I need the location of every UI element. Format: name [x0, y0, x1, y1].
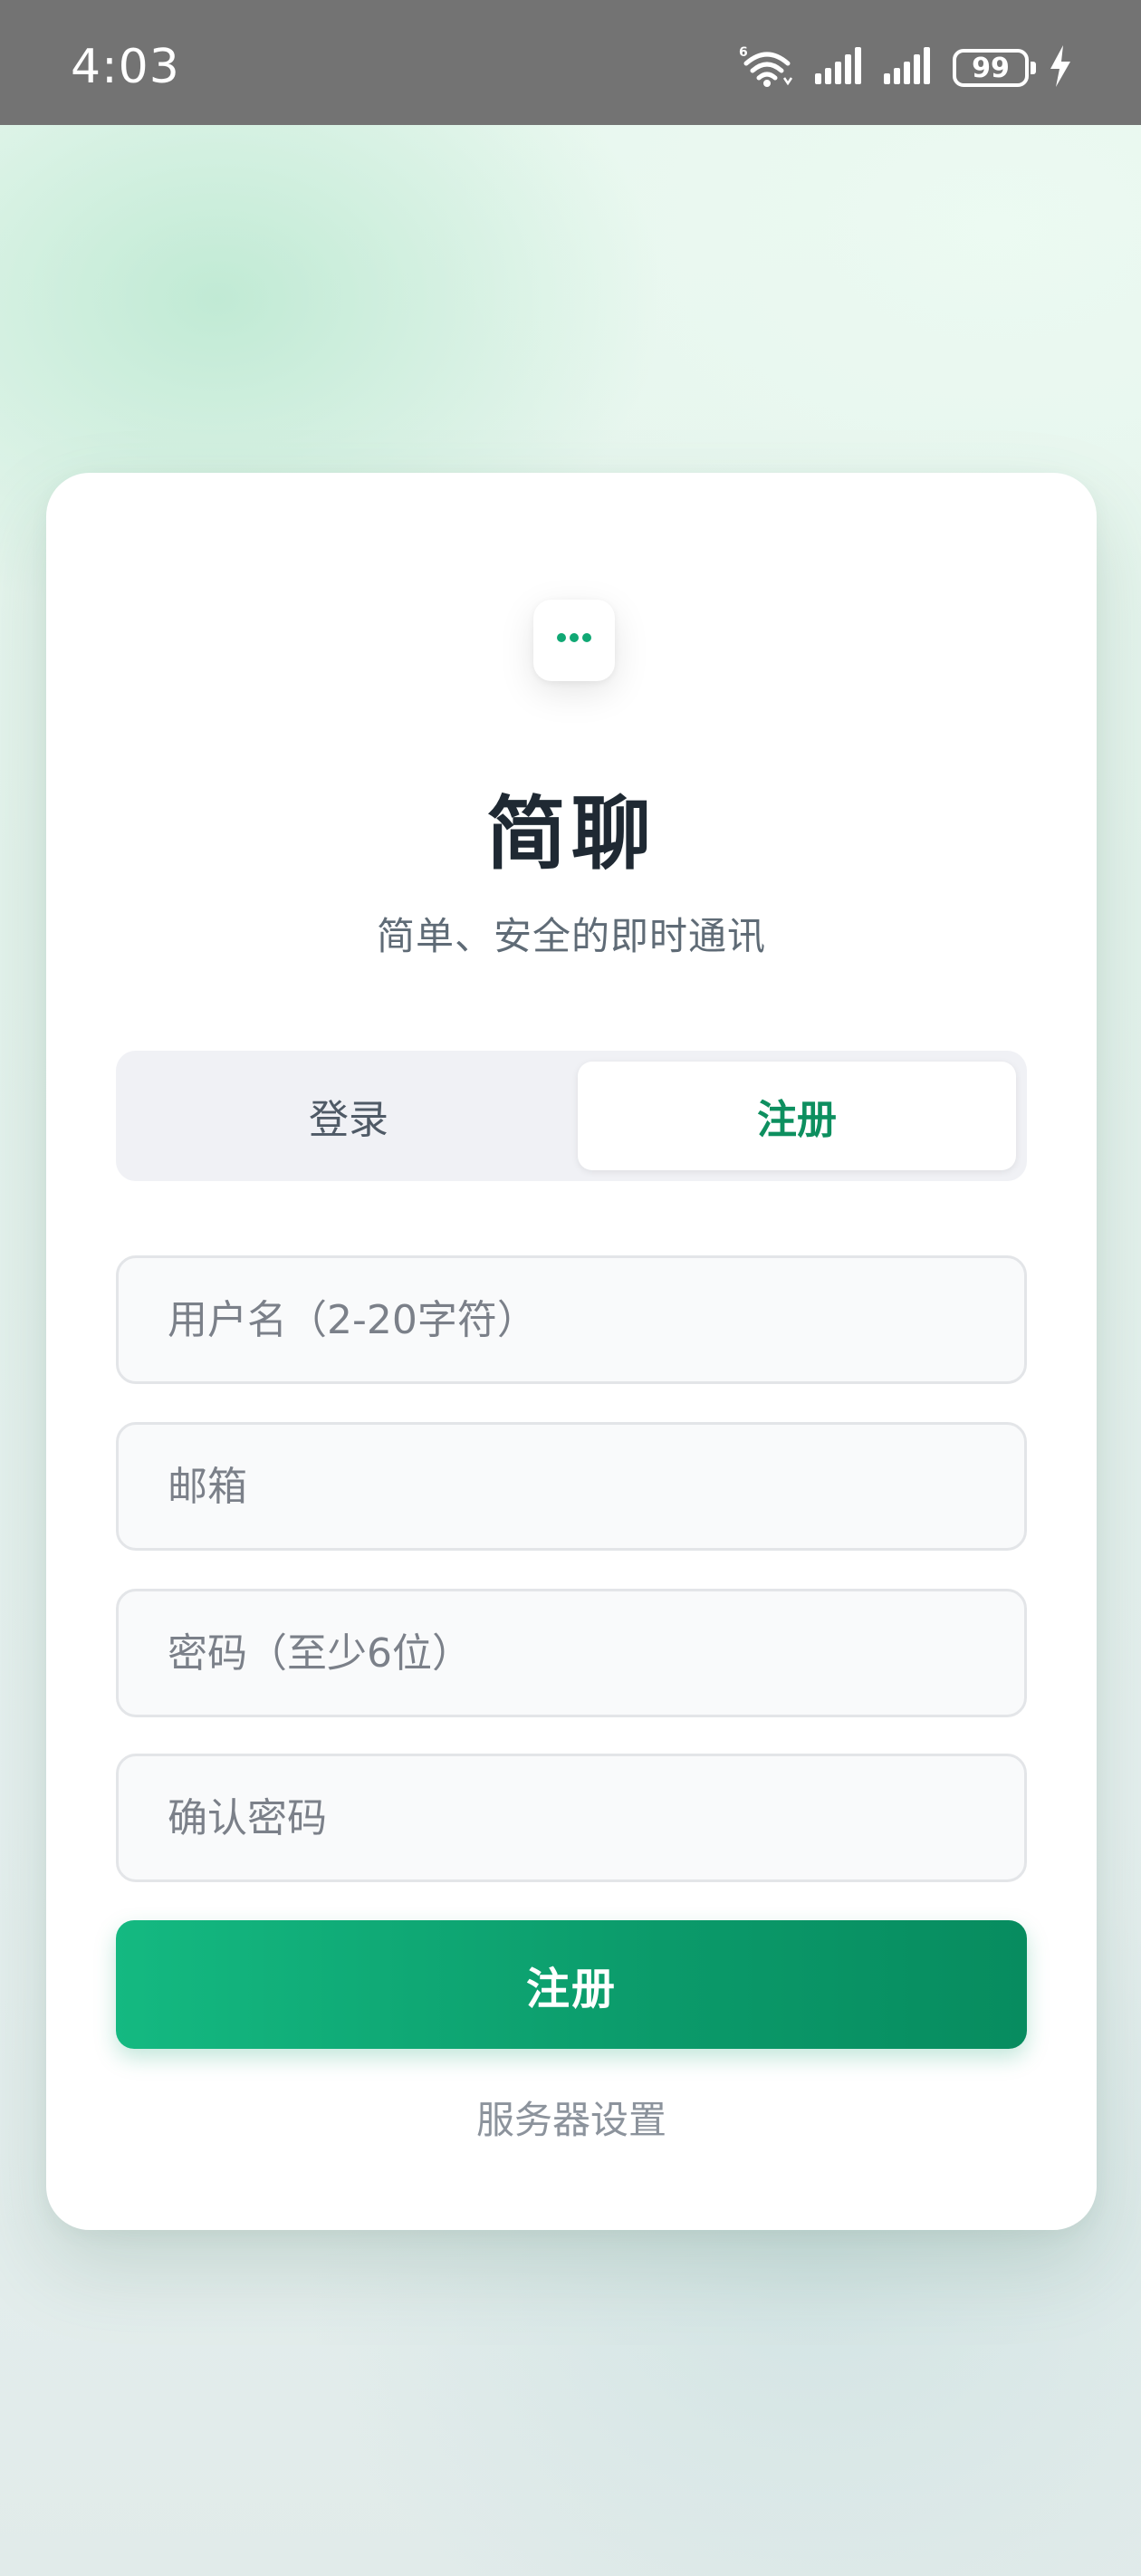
- confirm-password-input[interactable]: [119, 1756, 1024, 1879]
- signal-icon-2: [884, 46, 933, 90]
- password-field-wrapper: [116, 1589, 1027, 1717]
- confirm-password-field-wrapper: [116, 1754, 1027, 1882]
- auth-tabs: 登录 注册: [116, 1051, 1027, 1181]
- wifi-icon: 6: [739, 45, 795, 91]
- tab-register[interactable]: 注册: [578, 1062, 1016, 1170]
- app-subtitle: 简单、安全的即时通讯: [376, 914, 766, 958]
- charging-icon: [1049, 45, 1072, 91]
- tab-login[interactable]: 登录: [127, 1062, 570, 1170]
- svg-text:6: 6: [739, 45, 748, 60]
- app-title: 简聊: [485, 787, 657, 880]
- status-time: 4:03: [71, 40, 180, 94]
- email-input[interactable]: [119, 1425, 1024, 1548]
- email-field-wrapper: [116, 1422, 1027, 1551]
- app-logo: [533, 600, 615, 681]
- auth-card: 简聊 简单、安全的即时通讯 登录 注册 注册 服务器设置: [46, 473, 1097, 2230]
- status-bar: 4:03 6 99: [0, 0, 1141, 125]
- username-field-wrapper: [116, 1255, 1027, 1384]
- battery-icon: 99: [953, 49, 1036, 87]
- signal-icon: [815, 46, 864, 90]
- server-settings-link[interactable]: 服务器设置: [46, 2090, 1097, 2145]
- username-input[interactable]: [119, 1258, 1024, 1381]
- register-button[interactable]: 注册: [116, 1920, 1027, 2049]
- status-icons: 6 99: [739, 45, 1072, 91]
- password-input[interactable]: [119, 1591, 1024, 1715]
- chat-bubble-icon: [537, 601, 611, 678]
